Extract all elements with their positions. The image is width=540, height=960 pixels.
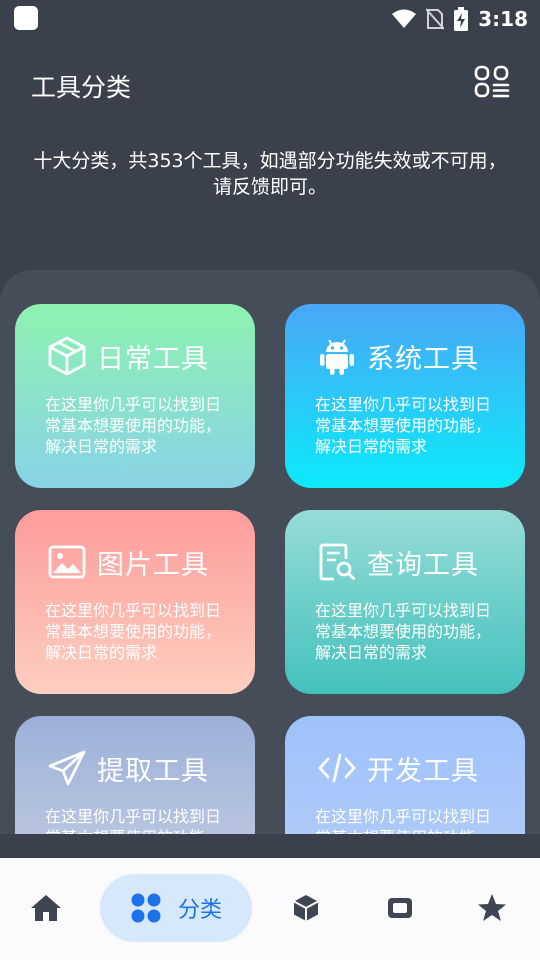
nav-category[interactable]: 分类 <box>100 874 252 942</box>
card-description: 在这里你几乎可以找到日常基本想要使用的功能，解决日常的需求 <box>45 601 222 662</box>
nav-collection[interactable] <box>370 874 430 942</box>
cube-icon <box>45 334 89 378</box>
nav-category-label: 分类 <box>177 898 222 923</box>
layout-grid-list-icon[interactable] <box>474 64 510 100</box>
app-header: 工具分类 <box>0 58 540 114</box>
nav-home[interactable] <box>16 874 76 942</box>
android-icon <box>315 334 359 378</box>
page-title: 工具分类 <box>31 73 132 102</box>
wifi-icon <box>392 9 417 28</box>
card-title: 日常工具 <box>97 343 209 375</box>
nav-cube[interactable] <box>276 874 336 942</box>
stack-icon <box>388 898 412 918</box>
send-icon <box>45 746 89 790</box>
category-card-extract[interactable]: 提取工具 在这里你几乎可以找到日常基本想要使用的功能，解决日常的需求 <box>15 716 255 834</box>
status-bar: 3:18 <box>0 0 540 38</box>
category-card-daily[interactable]: 日常工具 在这里你几乎可以找到日常基本想要使用的功能，解决日常的需求 <box>15 304 255 488</box>
category-panel: 日常工具 在这里你几乎可以找到日常基本想要使用的功能，解决日常的需求 系统工具 <box>0 270 540 834</box>
card-title: 提取工具 <box>97 755 209 787</box>
card-title: 开发工具 <box>367 755 479 787</box>
card-description: 在这里你几乎可以找到日常基本想要使用的功能，解决日常的需求 <box>45 807 222 834</box>
category-card-query[interactable]: 查询工具 在这里你几乎可以找到日常基本想要使用的功能，解决日常的需求 <box>285 510 525 694</box>
cube-icon <box>293 895 319 921</box>
category-card-develop[interactable]: 开发工具 在这里你几乎可以找到日常基本想要使用的功能，解决日常的需求 <box>285 716 525 834</box>
category-card-system[interactable]: 系统工具 在这里你几乎可以找到日常基本想要使用的功能，解决日常的需求 <box>285 304 525 488</box>
bottom-navigation: 分类 <box>0 858 540 960</box>
card-description: 在这里你几乎可以找到日常基本想要使用的功能，解决日常的需求 <box>45 395 222 456</box>
card-description: 在这里你几乎可以找到日常基本想要使用的功能，解决日常的需求 <box>315 807 492 834</box>
card-description: 在这里你几乎可以找到日常基本想要使用的功能，解决日常的需求 <box>315 601 492 662</box>
category-notice: 十大分类，共353个工具，如遇部分功能失效或不可用，请反馈即可。 <box>33 150 507 198</box>
card-description: 在这里你几乎可以找到日常基本想要使用的功能，解决日常的需求 <box>315 395 492 456</box>
card-title: 查询工具 <box>367 549 479 581</box>
image-icon <box>45 540 89 584</box>
status-icons: 3:18 <box>392 5 528 33</box>
category-grid-icon <box>131 893 161 923</box>
card-title: 图片工具 <box>97 549 209 581</box>
status-time: 3:18 <box>478 7 528 31</box>
no-sim-icon <box>426 8 445 30</box>
category-card-image[interactable]: 图片工具 在这里你几乎可以找到日常基本想要使用的功能，解决日常的需求 <box>15 510 255 694</box>
home-icon <box>31 895 61 921</box>
battery-charging-icon <box>454 7 469 31</box>
nav-favorites[interactable] <box>462 874 522 942</box>
card-title: 系统工具 <box>367 343 479 375</box>
app-notification-icon <box>14 6 38 30</box>
document-search-icon <box>315 540 359 584</box>
star-icon <box>478 894 506 921</box>
code-icon <box>315 746 359 790</box>
